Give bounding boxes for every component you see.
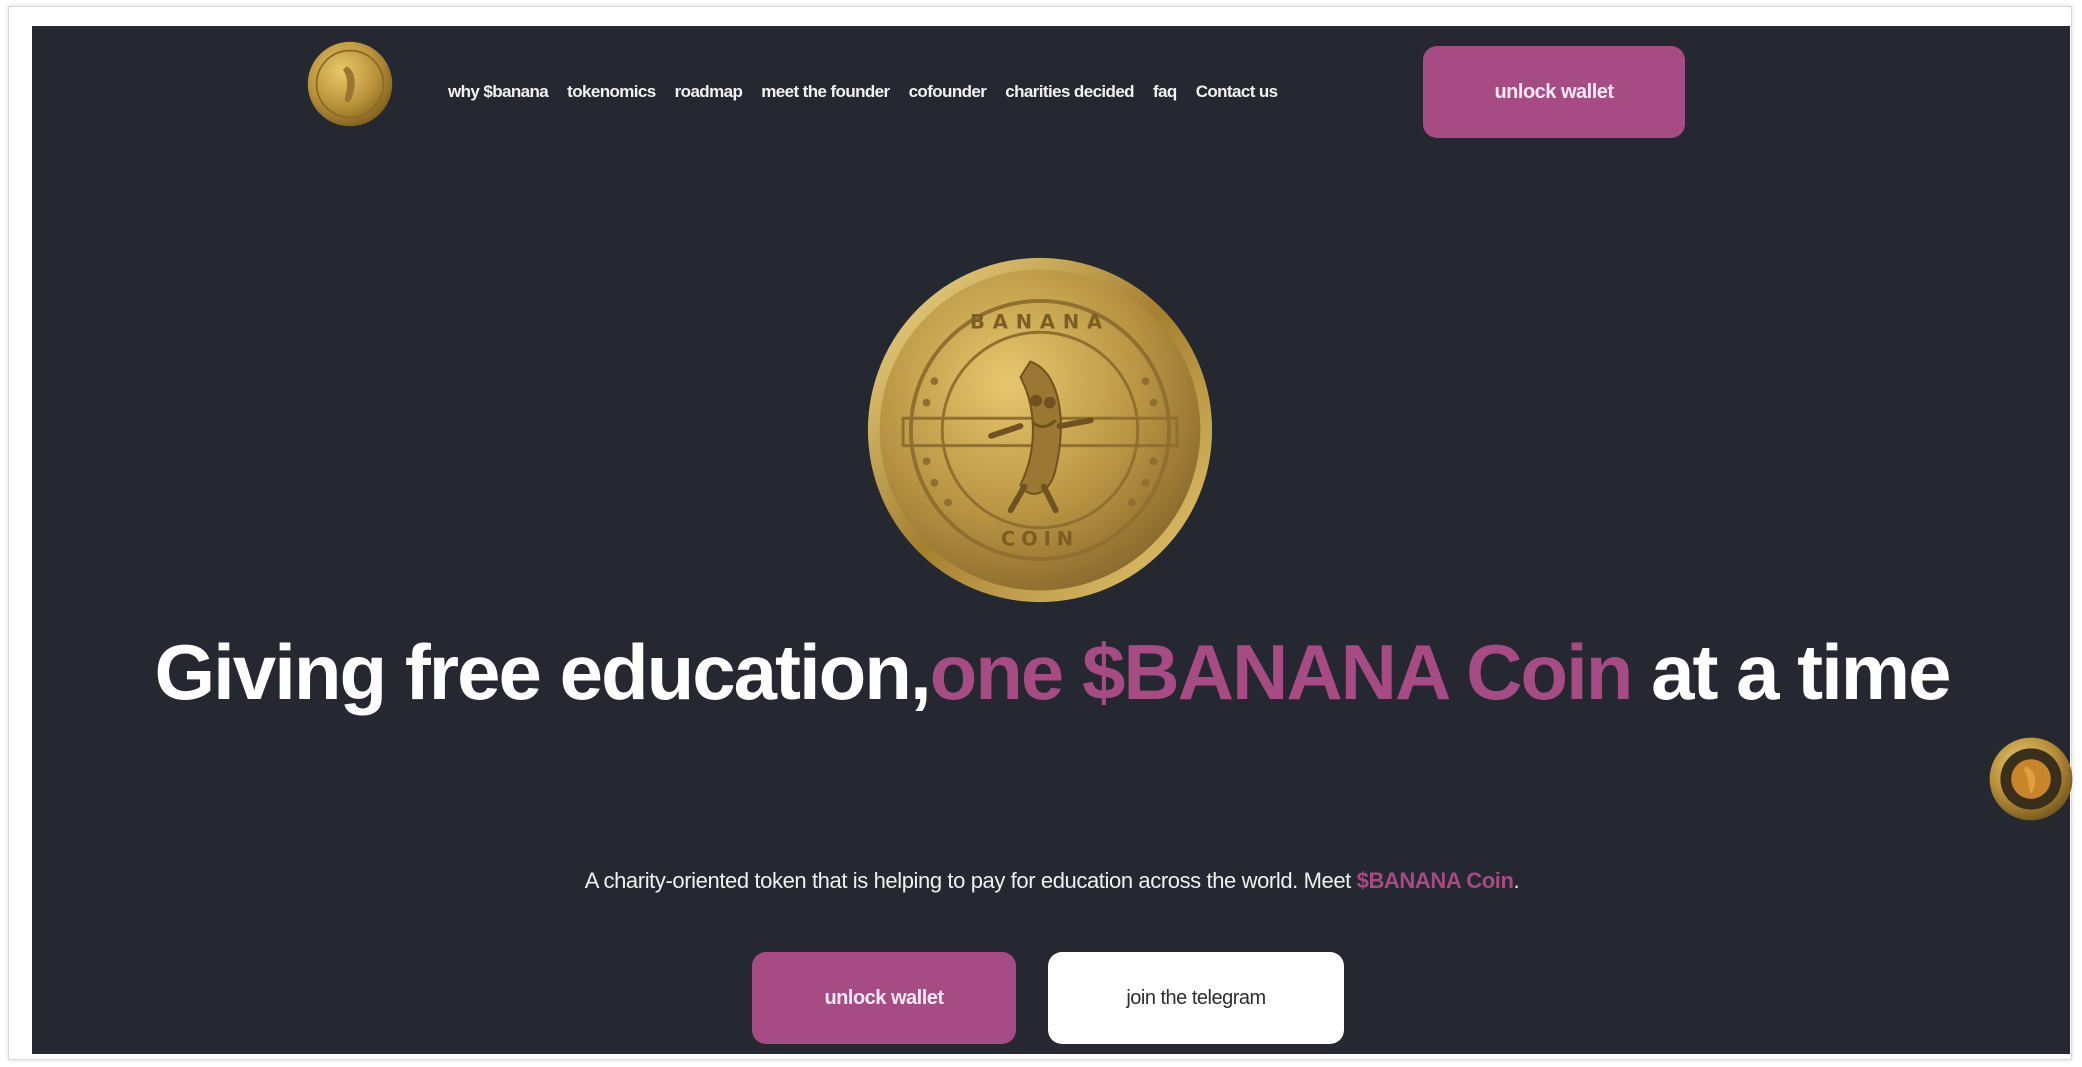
main-nav: why $banana tokenomics roadmap meet the … [448, 82, 1278, 102]
banana-coin-image: BANANA COIN [867, 257, 1213, 603]
subtext-main: A charity-oriented token that is helping… [584, 868, 1357, 893]
hero-subtext: A charity-oriented token that is helping… [152, 868, 1952, 894]
headline-accent: one $BANANA Coin [929, 628, 1634, 716]
nav-cofounder[interactable]: cofounder [909, 82, 987, 102]
nav-charities-decided[interactable]: charities decided [1005, 82, 1134, 102]
nav-why-banana[interactable]: why $banana [448, 82, 549, 102]
nav-contact-us[interactable]: Contact us [1196, 82, 1278, 102]
nav-faq[interactable]: faq [1153, 82, 1177, 102]
join-telegram-button[interactable]: join the telegram [1048, 952, 1344, 1044]
headline-part2: at a time [1651, 628, 1951, 716]
coin-bottom-text: COIN [1001, 527, 1079, 550]
subtext-end: . [1513, 868, 1520, 893]
nav-meet-the-founder[interactable]: meet the founder [761, 82, 890, 102]
header-unlock-wallet-button[interactable]: unlock wallet [1423, 46, 1685, 138]
hero-headline: Giving free education,one $BANANA Coin a… [152, 626, 1952, 718]
floating-coin-icon[interactable] [1986, 734, 2076, 824]
coin-top-text: BANANA [970, 310, 1110, 333]
banana-coin-logo-icon[interactable] [306, 40, 394, 128]
website: why $banana tokenomics roadmap meet the … [32, 26, 2070, 1054]
hero-unlock-wallet-button[interactable]: unlock wallet [752, 952, 1016, 1044]
nav-tokenomics[interactable]: tokenomics [567, 82, 656, 102]
subtext-accent: $BANANA Coin [1356, 868, 1514, 893]
headline-part1: Giving free education, [154, 628, 931, 716]
nav-roadmap[interactable]: roadmap [675, 82, 743, 102]
